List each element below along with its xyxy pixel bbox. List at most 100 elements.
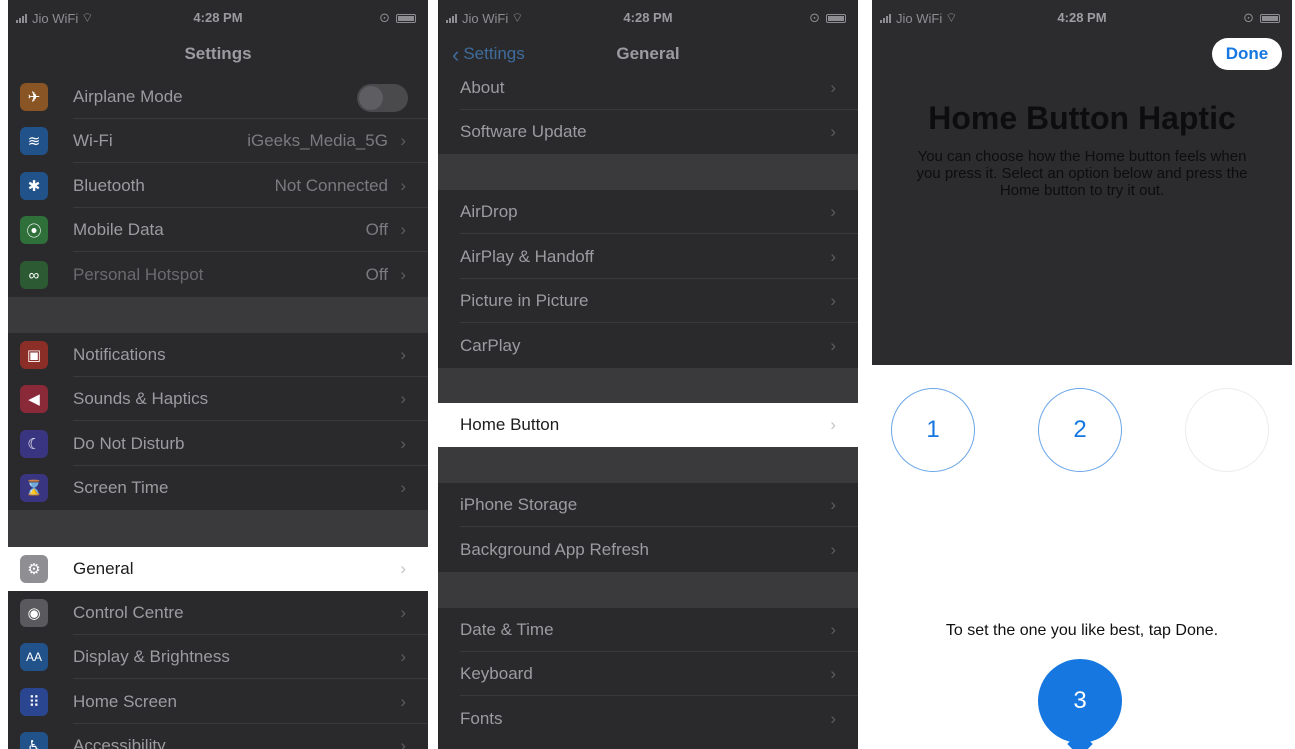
haptic-option-3-slot[interactable] [1185,388,1269,472]
airplane-icon: ✈ [20,83,48,111]
settings-item-value: Off [365,265,388,284]
chevron-right-icon: › [830,415,836,434]
settings-item-label: Sounds & Haptics [73,389,209,408]
battery-icon [1260,13,1280,23]
row-divider [73,678,428,679]
settings-item-mobile-data[interactable]: ⦿ Mobile Data Off › [8,208,428,252]
haptic-option-3-selected[interactable]: 3 [1038,659,1122,743]
settings-item-wifi[interactable]: ≋ Wi-Fi iGeeks_Media_5G › [8,119,428,163]
settings-item-value: Not Connected [274,176,388,195]
settings-item-home-screen[interactable]: ⠿ Home Screen › [8,680,428,724]
page-title: General [616,44,680,63]
general-item-iphone-storage[interactable]: iPhone Storage › [438,483,858,527]
general-item-airdrop[interactable]: AirDrop › [438,190,858,234]
settings-item-accessibility[interactable]: ♿ Accessibility › [8,724,428,749]
chevron-right-icon: › [830,122,836,141]
haptic-title: Home Button Haptic [928,100,1236,136]
chevron-right-icon: › [830,336,836,355]
general-item-label: iPhone Storage [460,495,578,514]
chevron-right-icon: › [400,647,406,666]
settings-item-label: Mobile Data [73,220,164,239]
haptic-option-1[interactable]: 1 [891,388,975,472]
settings-item-control-centre[interactable]: ◉ Control Centre › [8,591,428,635]
haptic-option-2[interactable]: 2 [1038,388,1122,472]
notifications-icon: ▣ [20,341,48,369]
settings-item-notifications[interactable]: ▣ Notifications › [8,333,428,377]
chevron-right-icon: › [830,495,836,514]
settings-item-label: Control Centre [73,603,184,622]
text-size-icon: AA [20,643,48,671]
home-button-haptic-screen: Jio WiFi ⌔ 4:28 PM ⊙ Done Home Button Ha… [872,0,1292,749]
settings-item-screen-time[interactable]: ⌛ Screen Time › [8,466,428,510]
settings-item-bluetooth[interactable]: ✱ Bluetooth Not Connected › [8,164,428,208]
settings-item-general[interactable]: ⚙ General › [8,547,428,591]
settings-item-label: Notifications [73,345,166,364]
settings-item-do-not-disturb[interactable]: ☾ Do Not Disturb › [8,422,428,466]
status-right: ⊙ [379,10,416,26]
antenna-icon: ⦿ [20,216,48,244]
general-item-date-time[interactable]: Date & Time › [438,608,858,652]
accessibility-icon: ♿ [20,732,48,749]
chevron-right-icon: › [400,265,406,284]
settings-item-personal-hotspot[interactable]: ∞ Personal Hotspot Off › [8,253,428,297]
general-item-label: About [460,78,505,97]
chevron-right-icon: › [400,478,406,497]
toggles-icon: ◉ [20,599,48,627]
settings-item-label: General [73,559,134,578]
wifi-icon: ≋ [20,127,48,155]
general-item-airplay-handoff[interactable]: AirPlay & Handoff › [438,235,858,279]
settings-item-label: Screen Time [73,478,169,497]
chevron-right-icon: › [400,176,406,195]
general-item-label: AirDrop [460,202,518,221]
settings-item-label: Wi-Fi [73,131,113,150]
row-divider [73,420,428,421]
status-time: 4:28 PM [1057,10,1107,25]
general-item-background-app-refresh[interactable]: Background App Refresh › [438,528,858,572]
section-gap [438,368,858,403]
section-gap [438,154,858,190]
section-gap [438,447,858,483]
status-time: 4:28 PM [623,10,673,25]
chevron-right-icon: › [830,620,836,639]
airplane-mode-toggle[interactable] [357,84,408,112]
chevron-right-icon: › [400,434,406,453]
done-button[interactable]: Done [1212,38,1282,70]
chevron-right-icon: › [400,559,406,578]
chevron-right-icon: › [400,131,406,150]
row-divider [460,233,858,234]
general-item-fonts[interactable]: Fonts › [438,697,858,741]
settings-item-sounds-haptics[interactable]: ◀ Sounds & Haptics › [8,377,428,421]
chevron-right-icon: › [400,603,406,622]
chevron-right-icon: › [400,692,406,711]
chevron-right-icon: › [830,664,836,683]
haptic-header: Jio WiFi ⌔ 4:28 PM ⊙ Done Home Button Ha… [872,0,1292,365]
general-item-keyboard[interactable]: Keyboard › [438,652,858,696]
orientation-lock-icon: ⊙ [1243,10,1254,25]
chevron-right-icon: › [400,220,406,239]
general-screen: Jio WiFi ⌔ 4:28 PM ⊙ ‹ Settings General … [438,0,858,749]
battery-icon [826,13,846,23]
general-item-home-button[interactable]: Home Button › [438,403,858,447]
section-gap [438,572,858,608]
general-item-carplay[interactable]: CarPlay › [438,324,858,368]
chevron-right-icon: › [830,709,836,728]
settings-item-label: Bluetooth [73,176,145,195]
bluetooth-icon: ✱ [20,172,48,200]
general-item-picture-in-picture[interactable]: Picture in Picture › [438,279,858,323]
settings-item-label: Personal Hotspot [73,265,204,284]
gear-icon: ⚙ [20,555,48,583]
general-item-label: CarPlay [460,336,521,355]
general-item-about[interactable]: About › [438,66,858,110]
orientation-lock-icon: ⊙ [809,10,820,25]
settings-item-label: Accessibility [73,736,166,749]
haptic-prompt: To set the one you like best, tap Done. [945,622,1219,639]
page-title: Settings [184,44,252,63]
settings-item-value: Off [365,220,388,239]
status-time: 4:28 PM [193,10,243,25]
settings-item-display-brightness[interactable]: AA Display & Brightness › [8,635,428,679]
general-item-software-update[interactable]: Software Update › [438,110,858,154]
general-item-label: Fonts [460,709,503,728]
settings-item-airplane-mode[interactable]: ✈ Airplane Mode [8,75,428,119]
row-divider [460,695,858,696]
chevron-right-icon: › [830,291,836,310]
